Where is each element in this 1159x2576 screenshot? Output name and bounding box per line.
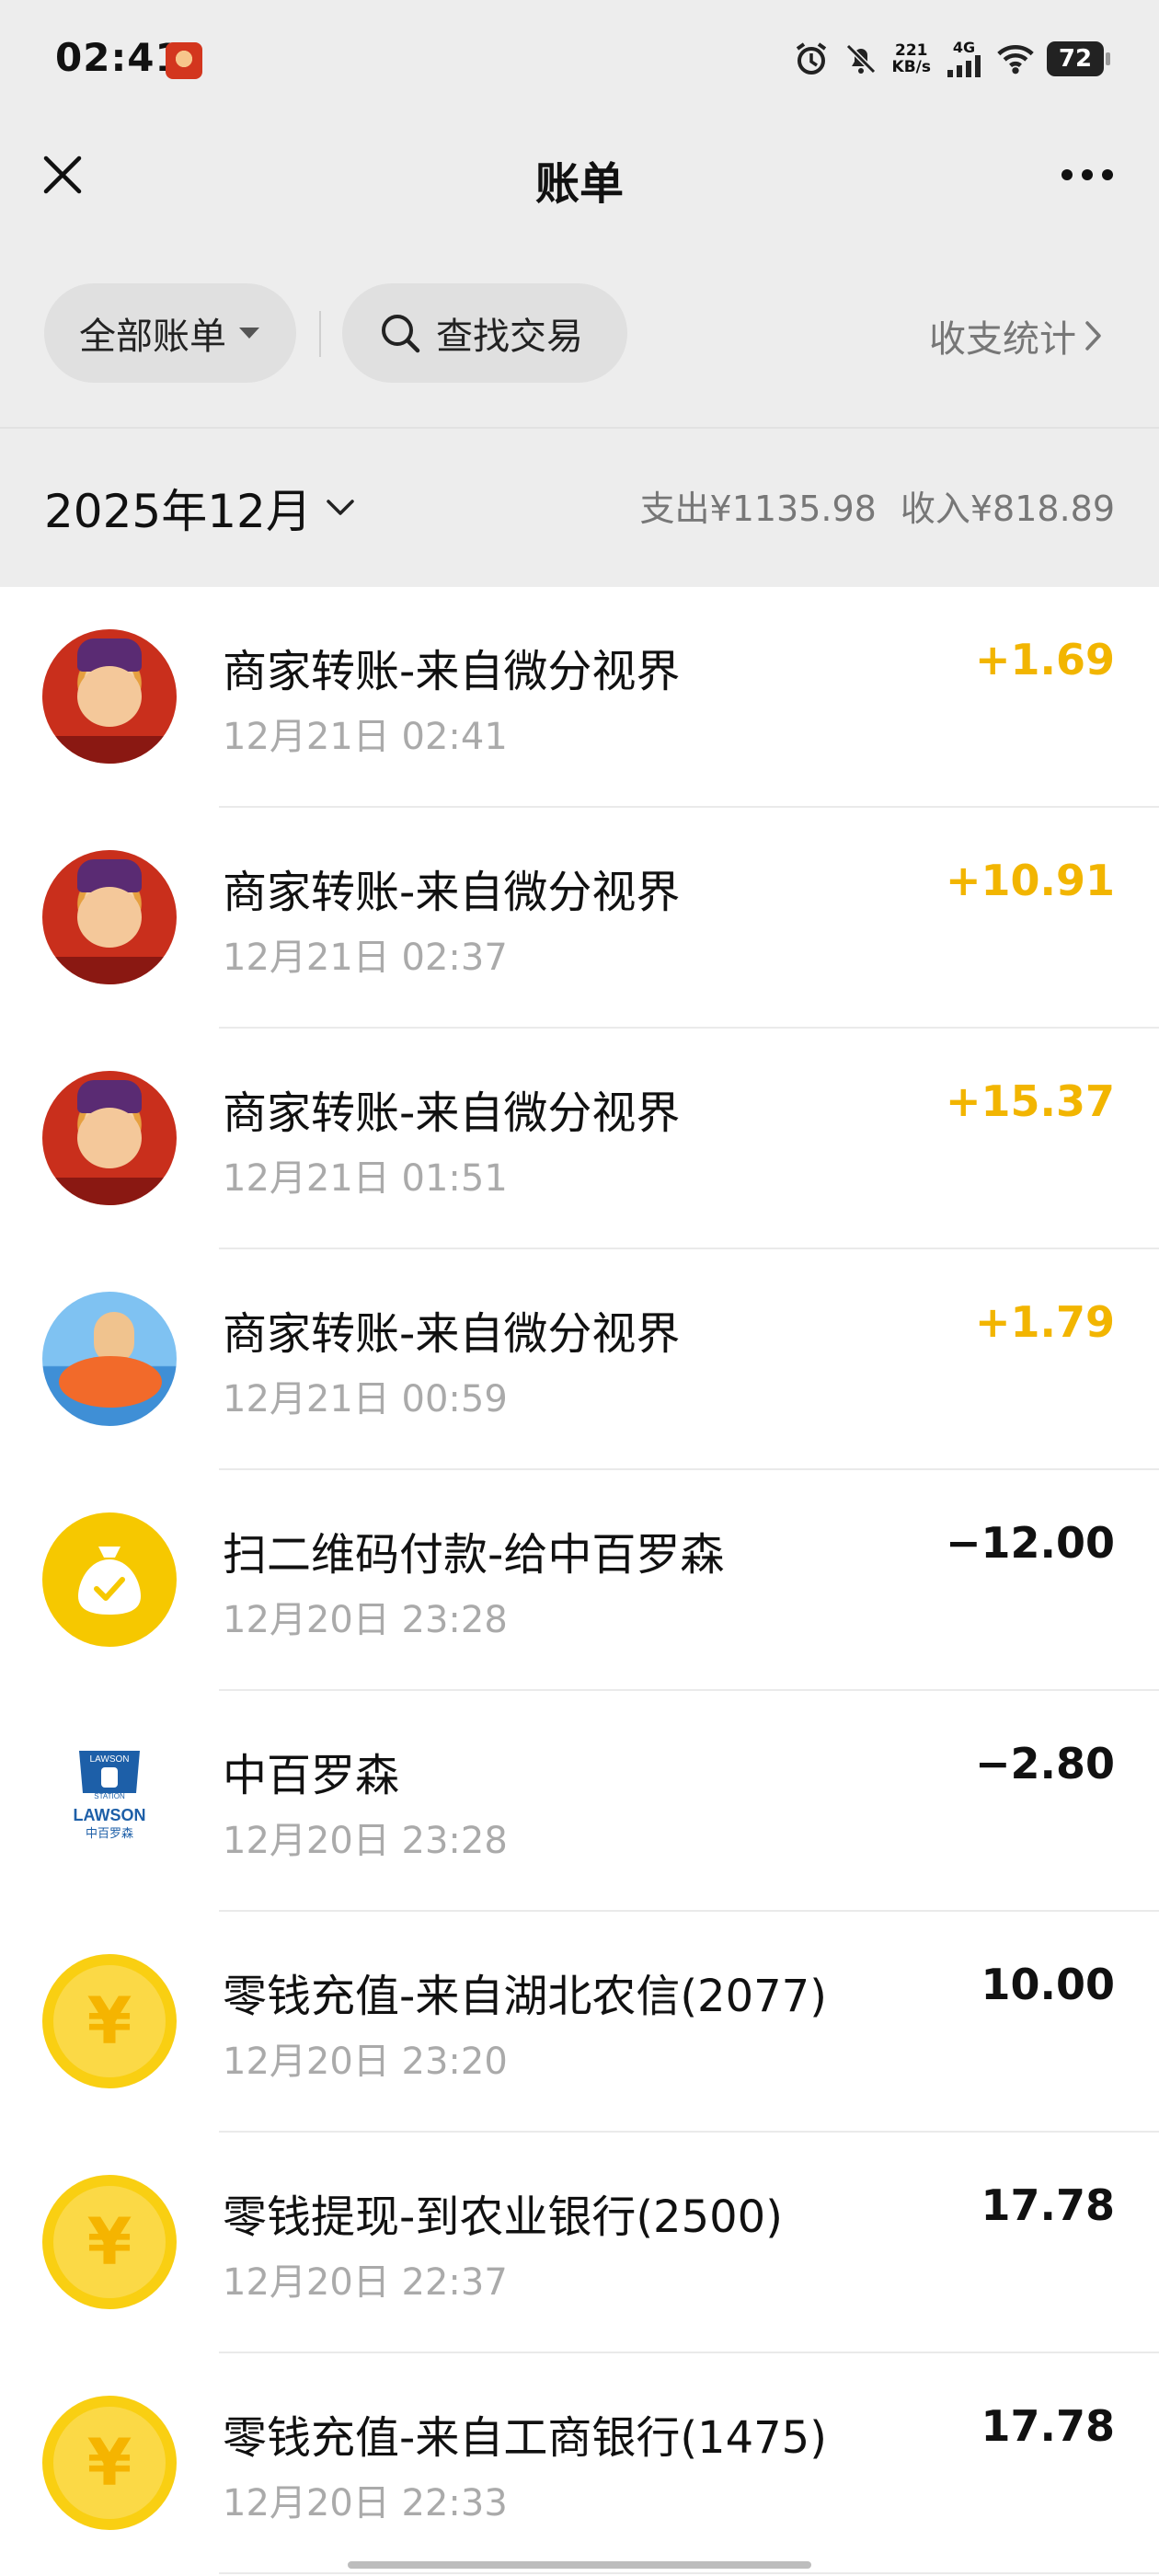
- yuan-symbol: ¥: [53, 2186, 166, 2298]
- transaction-row[interactable]: 商家转账-来自微分视界 12月21日 00:59 +1.79: [0, 1249, 1159, 1470]
- header-area: 02:41 221 KB/s 4G 72 账单 全部账单 查找交易 收支统计 2…: [0, 0, 1159, 587]
- stats-label: 收支统计: [929, 318, 1076, 361]
- notification-app-icon: [166, 42, 202, 79]
- net-speed-value: 221: [895, 41, 928, 60]
- month-label: 2025年12月: [44, 485, 312, 538]
- search-icon: [379, 311, 423, 355]
- search-label: 查找交易: [436, 316, 583, 358]
- merchant-avatar: [42, 1292, 177, 1426]
- all-bills-dropdown[interactable]: 全部账单: [44, 283, 296, 383]
- yuan-coin-icon: ¥: [42, 1954, 177, 2088]
- transaction-row[interactable]: LAWSON STATION LAWSON 中百罗森 中百罗森 12月20日 2…: [0, 1691, 1159, 1912]
- transaction-title: 商家转账-来自微分视界: [223, 1308, 681, 1360]
- merchant-avatar: [42, 1071, 177, 1205]
- transaction-list: 商家转账-来自微分视界 12月21日 02:41 +1.69 商家转账-来自微分…: [0, 587, 1159, 2574]
- transaction-row[interactable]: 商家转账-来自微分视界 12月21日 02:41 +1.69: [0, 587, 1159, 808]
- income-expense-stats-link[interactable]: 收支统计: [929, 309, 1104, 362]
- alarm-icon: [793, 40, 830, 77]
- transaction-title: 中百罗森: [223, 1750, 400, 1801]
- transaction-time: 12月21日 02:41: [223, 716, 508, 758]
- transaction-time: 12月20日 22:33: [223, 2482, 508, 2524]
- transaction-time: 12月21日 02:37: [223, 937, 508, 979]
- signal-icon: 4G: [944, 40, 984, 77]
- row-divider: [219, 2572, 1159, 2574]
- status-time: 02:41: [55, 35, 183, 80]
- chevron-right-icon: [1085, 321, 1101, 351]
- money-bag-icon: [42, 1512, 177, 1647]
- network-type: 4G: [952, 39, 976, 56]
- more-button[interactable]: [1041, 138, 1133, 212]
- mute-bell-icon: [843, 40, 879, 77]
- transaction-title: 零钱充值-来自工商银行(1475): [223, 2412, 827, 2464]
- transaction-title: 商家转账-来自微分视界: [223, 646, 681, 697]
- transaction-amount: 17.78: [981, 2180, 1115, 2230]
- yuan-symbol: ¥: [53, 2407, 166, 2519]
- chevron-down-icon: [327, 500, 354, 515]
- net-speed-unit: KB/s: [891, 58, 931, 76]
- transaction-row[interactable]: 扫二维码付款-给中百罗森 12月20日 23:28 −12.00: [0, 1470, 1159, 1691]
- transaction-row[interactable]: 商家转账-来自微分视界 12月21日 02:37 +10.91: [0, 808, 1159, 1029]
- battery-indicator: 72: [1047, 41, 1110, 76]
- transaction-amount: +1.69: [974, 635, 1115, 684]
- transaction-row[interactable]: ¥ 零钱提现-到农业银行(2500) 12月20日 22:37 17.78: [0, 2133, 1159, 2353]
- transaction-title: 商家转账-来自微分视界: [223, 1087, 681, 1139]
- transaction-time: 12月20日 23:28: [223, 1599, 508, 1641]
- transaction-amount: 10.00: [981, 1960, 1115, 2009]
- lawson-logo-name-text: LAWSON: [74, 1806, 146, 1824]
- expense-total: 支出¥1135.98: [639, 489, 877, 529]
- lawson-logo-cn-text: 中百罗森: [86, 1827, 133, 1841]
- all-bills-label: 全部账单: [79, 316, 226, 358]
- lawson-logo-top-text: LAWSON: [90, 1754, 130, 1765]
- transaction-amount: +10.91: [945, 856, 1115, 905]
- transaction-title: 零钱提现-到农业银行(2500): [223, 2191, 783, 2243]
- filter-row: 全部账单 查找交易 收支统计: [0, 283, 1159, 385]
- month-summary-bar: 2025年12月 支出¥1135.98 收入¥818.89: [0, 427, 1159, 587]
- transaction-time: 12月20日 22:37: [223, 2261, 508, 2304]
- search-transactions-button[interactable]: 查找交易: [342, 283, 627, 383]
- net-speed: 221 KB/s: [892, 42, 931, 75]
- transaction-title: 扫二维码付款-给中百罗森: [223, 1529, 725, 1581]
- transaction-amount: −12.00: [945, 1518, 1115, 1568]
- transaction-amount: +15.37: [945, 1076, 1115, 1126]
- caret-down-icon: [239, 328, 259, 339]
- merchant-avatar: [42, 629, 177, 764]
- lawson-logo: LAWSON STATION LAWSON 中百罗森: [42, 1733, 177, 1868]
- transaction-time: 12月20日 23:28: [223, 1820, 508, 1862]
- transaction-time: 12月20日 23:20: [223, 2041, 508, 2083]
- transaction-title: 商家转账-来自微分视界: [223, 867, 681, 918]
- income-total: 收入¥818.89: [900, 489, 1115, 529]
- page-title: 账单: [534, 158, 624, 210]
- status-icons: 221 KB/s 4G 72: [793, 35, 1110, 83]
- transaction-time: 12月21日 01:51: [223, 1157, 508, 1200]
- merchant-avatar: [42, 850, 177, 984]
- wifi-icon: [997, 40, 1034, 77]
- yuan-coin-icon: ¥: [42, 2175, 177, 2309]
- more-dots-icon: [1061, 169, 1113, 180]
- nav-bar: 账单: [0, 129, 1159, 221]
- divider: [319, 311, 321, 357]
- transaction-title: 零钱充值-来自湖北农信(2077): [223, 1971, 827, 2022]
- transaction-row[interactable]: 商家转账-来自微分视界 12月21日 01:51 +15.37: [0, 1029, 1159, 1249]
- month-selector[interactable]: 2025年12月: [44, 475, 356, 541]
- month-totals: 支出¥1135.98 收入¥818.89: [640, 480, 1115, 531]
- home-indicator[interactable]: [348, 2561, 811, 2569]
- yuan-coin-icon: ¥: [42, 2396, 177, 2530]
- lawson-logo-station-text: STATION: [94, 1792, 125, 1800]
- transaction-amount: −2.80: [974, 1739, 1115, 1788]
- transaction-amount: +1.79: [974, 1297, 1115, 1347]
- transaction-row[interactable]: ¥ 零钱充值-来自工商银行(1475) 12月20日 22:33 17.78: [0, 2353, 1159, 2574]
- yuan-symbol: ¥: [53, 1965, 166, 2077]
- status-bar: 02:41 221 KB/s 4G 72: [0, 0, 1159, 120]
- transaction-amount: 17.78: [981, 2401, 1115, 2451]
- transaction-row[interactable]: ¥ 零钱充值-来自湖北农信(2077) 12月20日 23:20 10.00: [0, 1912, 1159, 2133]
- transaction-time: 12月21日 00:59: [223, 1378, 508, 1420]
